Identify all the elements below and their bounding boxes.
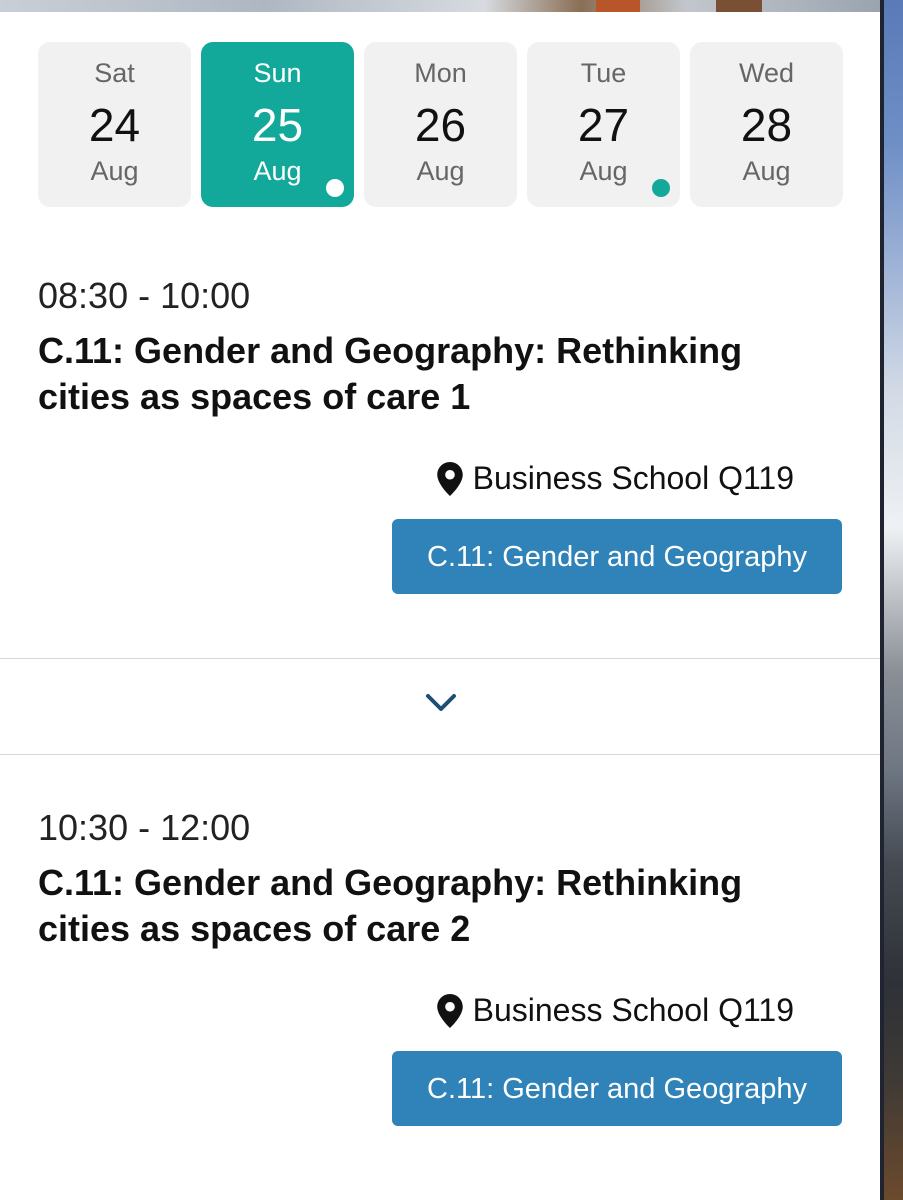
session-location: Business School Q119	[436, 992, 794, 1029]
session-location: Business School Q119	[436, 460, 794, 497]
events-indicator-dot	[652, 179, 670, 197]
date-tab-weekday: Tue	[580, 58, 627, 88]
session-location-label: Business School Q119	[472, 992, 794, 1028]
date-tab-day: 24	[88, 99, 141, 151]
session-title[interactable]: C.11: Gender and Geography: Rethinking c…	[38, 860, 818, 952]
track-button[interactable]: C.11: Gender and Geography	[392, 519, 842, 594]
date-tab-day: 28	[740, 99, 793, 151]
date-tab-month: Aug	[90, 156, 139, 186]
track-button[interactable]: C.11: Gender and Geography	[392, 1051, 842, 1126]
session-location-label: Business School Q119	[472, 460, 794, 496]
session-card: 08:30 - 10:00 C.11: Gender and Geography…	[38, 276, 842, 606]
background-photo-edge	[880, 0, 903, 1200]
date-tab-weekday: Sat	[94, 58, 135, 88]
map-pin-icon	[436, 993, 463, 1028]
map-pin-icon	[436, 461, 463, 496]
date-tab-wed-28[interactable]: Wed 28 Aug	[690, 42, 843, 207]
divider	[0, 754, 880, 755]
date-selector: Sat 24 Aug Sun 25 Aug Mon 26 Aug Tue 27 …	[38, 42, 843, 207]
date-tab-weekday: Mon	[414, 58, 467, 88]
date-tab-mon-26[interactable]: Mon 26 Aug	[364, 42, 517, 207]
date-tab-sun-25[interactable]: Sun 25 Aug	[201, 42, 354, 207]
date-tab-tue-27[interactable]: Tue 27 Aug	[527, 42, 680, 207]
date-tab-day: 27	[577, 99, 630, 151]
date-tab-month: Aug	[742, 156, 791, 186]
session-title[interactable]: C.11: Gender and Geography: Rethinking c…	[38, 328, 818, 420]
events-indicator-dot	[326, 179, 344, 197]
session-time: 08:30 - 10:00	[38, 275, 251, 316]
schedule-panel: Sat 24 Aug Sun 25 Aug Mon 26 Aug Tue 27 …	[0, 12, 880, 1200]
session-card: 10:30 - 12:00 C.11: Gender and Geography…	[38, 808, 842, 1138]
divider	[0, 658, 880, 659]
date-tab-weekday: Wed	[738, 58, 795, 88]
date-tab-day: 26	[414, 99, 467, 151]
header-photo	[0, 0, 880, 12]
session-time: 10:30 - 12:00	[38, 807, 251, 848]
date-tab-sat-24[interactable]: Sat 24 Aug	[38, 42, 191, 207]
date-tab-month: Aug	[416, 156, 465, 186]
chevron-down-icon[interactable]	[425, 693, 457, 713]
date-tab-weekday: Sun	[253, 58, 302, 88]
date-tab-day: 25	[251, 99, 304, 151]
